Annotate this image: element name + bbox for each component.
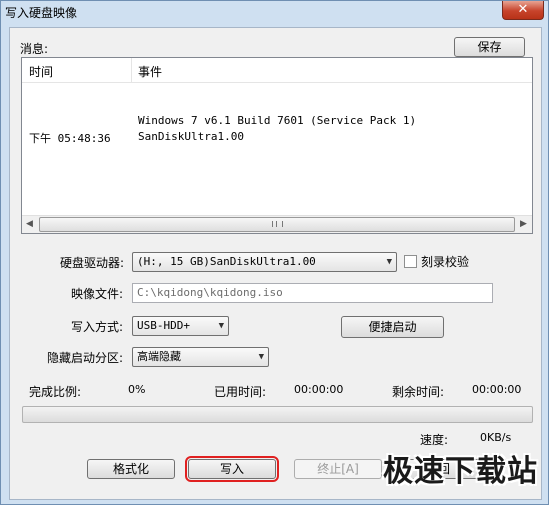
write-button[interactable]: 写入 [185,456,279,482]
log-header: 时间 事件 [22,58,532,83]
hidden-partition-select[interactable]: 高端隐藏 ▼ [132,347,269,367]
dialog-body: 消息: 保存 时间 事件 Windows 7 v6.1 Build 7601 (… [9,27,542,500]
column-divider[interactable] [131,58,132,82]
save-button[interactable]: 保存 [454,37,525,57]
log-event: SanDiskUltra1.00 [138,130,244,143]
window-title: 写入硬盘映像 [5,6,78,20]
messages-label: 消息: [20,42,49,56]
chevron-down-icon: ▼ [258,352,264,362]
quick-boot-button[interactable]: 便捷启动 [341,316,444,338]
remaining-value: 00:00:00 [472,383,522,396]
chevron-down-icon: ▼ [218,321,224,331]
message-log[interactable]: 时间 事件 Windows 7 v6.1 Build 7601 (Service… [21,57,533,234]
hidden-partition-value: 高端隐藏 [137,350,181,363]
drive-select[interactable]: (H:, 15 GB)SanDiskUltra1.00 ▼ [132,252,397,272]
write-method-value: USB-HDD+ [137,319,190,332]
abort-button[interactable]: 终止[A] [294,459,382,479]
write-method-label: 写入方式: [71,320,124,334]
write-method-select[interactable]: USB-HDD+ ▼ [132,316,229,336]
image-file-label: 映像文件: [71,287,124,301]
grip-icon [272,221,283,227]
scroll-thumb[interactable] [39,217,515,232]
elapsed-value: 00:00:00 [294,383,344,396]
write-disk-image-window: 写入硬盘映像 ✕ 消息: 保存 时间 事件 Windows 7 v6.1 Bui… [0,0,549,505]
scroll-right-icon[interactable]: ▶ [516,217,531,232]
drive-label: 硬盘驱动器: [60,256,125,270]
column-time[interactable]: 时间 [29,63,53,80]
progress-bar [22,406,533,423]
title-bar[interactable]: 写入硬盘映像 ✕ [1,1,548,23]
scroll-left-icon[interactable]: ◀ [22,217,37,232]
format-button[interactable]: 格式化 [87,459,175,479]
close-icon: ✕ [517,2,529,17]
complete-label: 完成比例: [29,385,82,399]
log-event: Windows 7 v6.1 Build 7601 (Service Pack … [138,114,417,127]
verify-label[interactable]: 刻录校验 [421,253,469,270]
speed-value: 0KB/s [480,431,512,444]
horizontal-scrollbar[interactable]: ◀ ▶ [22,215,532,233]
drive-value: (H:, 15 GB)SanDiskUltra1.00 [137,255,316,268]
log-time: 下午 05:48:36 [29,132,111,145]
close-button[interactable]: ✕ [502,1,544,20]
remaining-label: 剩余时间: [392,385,445,399]
chevron-down-icon: ▼ [386,257,392,267]
complete-value: 0% [128,383,146,396]
elapsed-label: 已用时间: [214,385,267,399]
column-event[interactable]: 事件 [138,63,162,80]
verify-checkbox[interactable] [404,255,417,268]
hidden-partition-label: 隐藏启动分区: [47,351,124,365]
image-file-input[interactable]: C:\kqidong\kqidong.iso [132,283,493,303]
image-file-value: C:\kqidong\kqidong.iso [137,286,283,299]
site-watermark: 极速下载站 [383,454,538,489]
